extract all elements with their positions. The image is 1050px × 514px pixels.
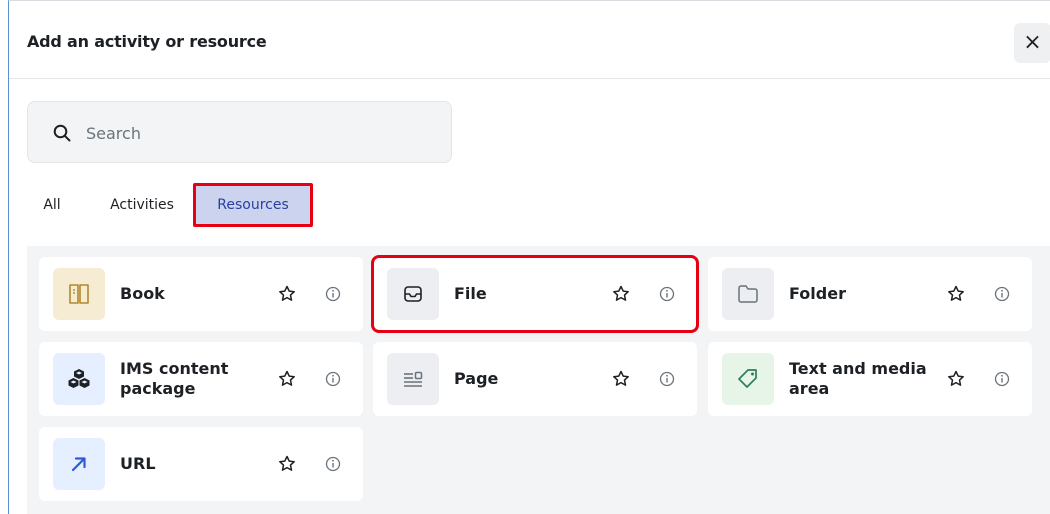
- star-icon[interactable]: [609, 282, 633, 306]
- search-icon: [53, 124, 71, 142]
- add-activity-dialog: Add an activity or resource × All Activi…: [8, 0, 1050, 514]
- info-icon[interactable]: [991, 283, 1013, 305]
- tab-all[interactable]: All: [37, 183, 67, 227]
- resource-card-label: Book: [120, 284, 165, 303]
- search-box[interactable]: [27, 101, 452, 163]
- info-icon[interactable]: [322, 453, 344, 475]
- star-icon[interactable]: [609, 367, 633, 391]
- resource-card-ims-content-package[interactable]: IMS content package: [39, 342, 363, 416]
- cubes-icon: [53, 353, 105, 405]
- resource-card-label: Page: [454, 369, 499, 388]
- resource-card-label: Text and media area: [789, 359, 927, 398]
- resource-card-file[interactable]: File: [371, 255, 699, 333]
- search-input[interactable]: [86, 116, 426, 150]
- book-icon: [53, 268, 105, 320]
- resource-card-label: URL: [120, 454, 156, 473]
- info-icon[interactable]: [656, 283, 678, 305]
- folder-icon: [722, 268, 774, 320]
- resource-card-text-and-media-area[interactable]: Text and media area: [708, 342, 1032, 416]
- resource-grid: Book File Folder IMS content package Pag…: [27, 246, 1050, 514]
- info-icon[interactable]: [322, 283, 344, 305]
- star-icon[interactable]: [275, 282, 299, 306]
- resource-card-label: File: [454, 284, 487, 303]
- tab-resources[interactable]: Resources: [193, 183, 313, 227]
- star-icon[interactable]: [944, 367, 968, 391]
- resource-card-label: IMS content package: [120, 359, 229, 398]
- close-button[interactable]: ×: [1014, 23, 1050, 63]
- info-icon[interactable]: [322, 368, 344, 390]
- page-icon: [387, 353, 439, 405]
- star-icon[interactable]: [944, 282, 968, 306]
- dialog-header: Add an activity or resource ×: [9, 1, 1050, 79]
- tab-activities[interactable]: Activities: [97, 183, 187, 227]
- dialog-title: Add an activity or resource: [27, 32, 267, 51]
- resource-card-label: Folder: [789, 284, 846, 303]
- star-icon[interactable]: [275, 367, 299, 391]
- tag-icon: [722, 353, 774, 405]
- file-icon: [387, 268, 439, 320]
- star-icon[interactable]: [275, 452, 299, 476]
- resource-card-url[interactable]: URL: [39, 427, 363, 501]
- resource-card-book[interactable]: Book: [39, 257, 363, 331]
- resource-card-folder[interactable]: Folder: [708, 257, 1032, 331]
- resource-card-page[interactable]: Page: [373, 342, 697, 416]
- info-icon[interactable]: [991, 368, 1013, 390]
- info-icon[interactable]: [656, 368, 678, 390]
- link-arrow-icon: [53, 438, 105, 490]
